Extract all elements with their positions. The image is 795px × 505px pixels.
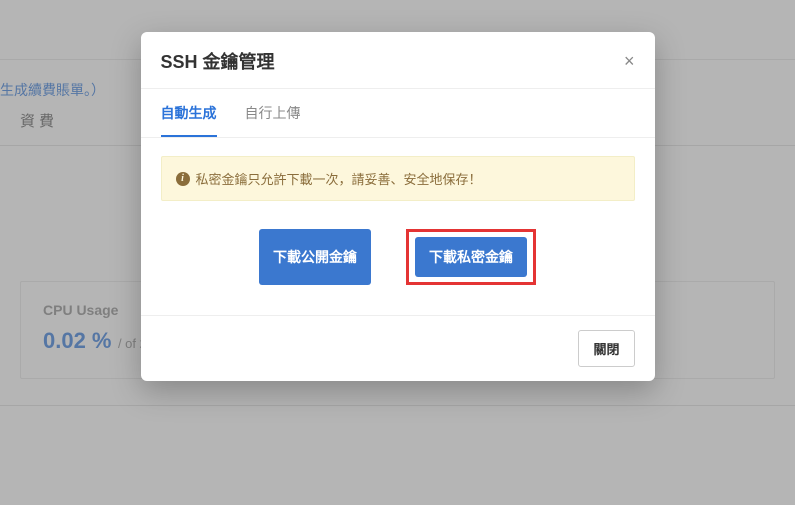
download-public-key-button[interactable]: 下載公開金鑰 xyxy=(259,229,371,285)
close-button[interactable]: 關閉 xyxy=(578,330,634,367)
alert-text: 私密金鑰只允許下載一次，請妥善、安全地保存！ xyxy=(196,169,482,188)
modal-footer: 關閉 xyxy=(141,315,655,381)
download-private-key-button[interactable]: 下載私密金鑰 xyxy=(415,237,527,277)
ssh-key-modal: SSH 金鑰管理 × 自動生成 自行上傳 i 私密金鑰只允許下載一次，請妥善、安… xyxy=(141,32,655,381)
modal-header: SSH 金鑰管理 × xyxy=(141,32,655,89)
tab-auto-generate[interactable]: 自動生成 xyxy=(161,89,217,137)
download-button-row: 下載公開金鑰 下載私密金鑰 xyxy=(161,229,635,285)
modal-overlay[interactable]: SSH 金鑰管理 × 自動生成 自行上傳 i 私密金鑰只允許下載一次，請妥善、安… xyxy=(0,0,795,505)
tabs-container: 自動生成 自行上傳 xyxy=(141,89,655,138)
close-icon[interactable]: × xyxy=(624,52,635,70)
info-icon: i xyxy=(176,172,190,186)
tab-manual-upload[interactable]: 自行上傳 xyxy=(245,89,301,137)
modal-title: SSH 金鑰管理 xyxy=(161,48,275,74)
highlight-box: 下載私密金鑰 xyxy=(406,229,536,285)
alert-banner: i 私密金鑰只允許下載一次，請妥善、安全地保存！ xyxy=(161,156,635,201)
modal-body: i 私密金鑰只允許下載一次，請妥善、安全地保存！ 下載公開金鑰 下載私密金鑰 xyxy=(141,138,655,315)
